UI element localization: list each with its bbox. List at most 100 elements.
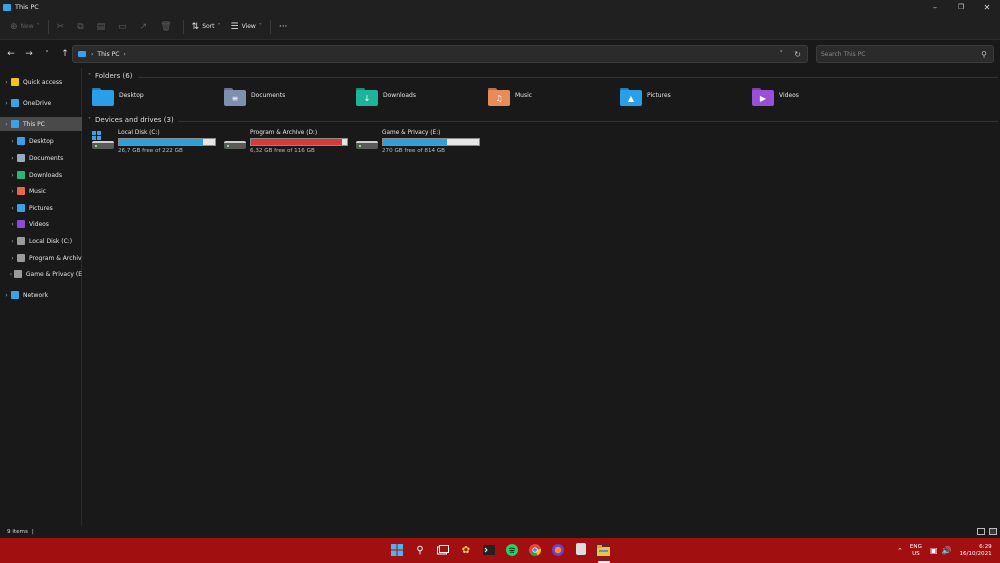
sidebar-item[interactable]: › Local Disk (C:) — [0, 234, 82, 248]
sidebar-item[interactable]: › Downloads — [0, 168, 82, 182]
address-bar[interactable]: › This PC › ˅ ↻ — [72, 45, 808, 63]
folder-item[interactable]: ♫ Music — [488, 88, 612, 112]
view-button[interactable]: ☰ View ˅ — [226, 17, 267, 37]
expand-chevron-icon[interactable]: › — [8, 255, 17, 262]
expand-chevron-icon[interactable]: › — [2, 100, 11, 107]
folder-label: Desktop — [119, 92, 144, 99]
chevron-down-icon: ˅ — [88, 72, 91, 80]
drive-icon — [13, 270, 22, 278]
view-icon: ☰ — [230, 21, 239, 32]
drive-item[interactable]: Game & Privacy (E:) 270 GB free of 814 GB — [356, 130, 482, 158]
drive-item[interactable]: Program & Archive (D:) 6,32 GB free of 11… — [224, 130, 350, 158]
chevron-right-icon[interactable]: › — [123, 51, 125, 58]
folder-item[interactable]: ▶ Videos — [752, 88, 876, 112]
sidebar-item[interactable]: › OneDrive — [0, 96, 82, 110]
details-view-icon[interactable] — [977, 528, 985, 535]
file-explorer-icon[interactable] — [596, 543, 610, 557]
drive-usage-bar — [382, 138, 480, 146]
expand-chevron-icon[interactable]: › — [8, 172, 17, 179]
sidebar-item[interactable]: › Game & Privacy (E — [0, 267, 82, 281]
task-view-icon[interactable] — [436, 543, 450, 557]
sidebar-item-label: This PC — [23, 120, 45, 128]
folders-section-header[interactable]: ˅ Folders (6) — [88, 72, 998, 80]
volume-icon[interactable]: 🔊 — [942, 546, 952, 555]
expand-chevron-icon[interactable]: › — [2, 121, 11, 128]
folder-item[interactable]: ≡ Documents — [224, 88, 348, 112]
expand-chevron-icon[interactable]: › — [8, 271, 14, 278]
new-button[interactable]: ⊕ New ˅ — [5, 17, 45, 37]
sidebar-item[interactable]: › Quick access — [0, 75, 82, 89]
folder-item[interactable]: ▲ Pictures — [620, 88, 744, 112]
address-dropdown-icon[interactable]: ˅ — [780, 50, 784, 58]
sidebar-item[interactable]: › Videos — [0, 217, 82, 231]
refresh-icon[interactable]: ↻ — [794, 50, 801, 59]
network-icon[interactable]: ▣ — [930, 546, 938, 555]
sidebar-item[interactable]: › Desktop — [0, 134, 82, 148]
folder-item[interactable]: Desktop — [92, 88, 216, 112]
expand-chevron-icon[interactable]: › — [8, 205, 17, 212]
system-tray: ⌃ ENG US ▣ 🔊 6:29 16/10/2021 — [897, 538, 992, 563]
minimize-icon[interactable]: – — [922, 0, 948, 14]
navigation-bar: ← → ˅ ↑ › This PC › ˅ ↻ Search This PC ⚲ — [0, 42, 1000, 66]
photo-icon[interactable] — [576, 543, 586, 555]
expand-chevron-icon[interactable]: › — [2, 292, 11, 299]
more-options-button[interactable]: ··· — [274, 17, 293, 37]
language-indicator[interactable]: ENG US — [910, 544, 922, 558]
forward-arrow-icon[interactable]: → — [20, 45, 38, 63]
drive-usage-bar — [250, 138, 348, 146]
videos-icon — [17, 220, 25, 228]
divider — [182, 19, 184, 34]
drive-item[interactable]: Local Disk (C:) 26,7 GB free of 222 GB — [92, 130, 218, 158]
start-icon[interactable] — [390, 543, 404, 557]
sidebar-item[interactable]: › Documents — [0, 151, 82, 165]
expand-chevron-icon[interactable]: › — [2, 79, 11, 86]
large-icons-view-icon[interactable] — [989, 528, 997, 535]
expand-chevron-icon[interactable]: › — [8, 221, 17, 228]
chrome-icon[interactable] — [528, 543, 542, 557]
drives-section-header[interactable]: ˅ Devices and drives (3) — [88, 116, 998, 124]
folder-item[interactable]: ↓ Downloads — [356, 88, 480, 112]
copy-button[interactable]: ⧉ — [72, 17, 91, 37]
breadcrumb[interactable]: This PC — [97, 51, 119, 58]
this-pc-icon — [78, 51, 86, 57]
expand-chevron-icon[interactable]: › — [8, 155, 17, 162]
back-arrow-icon[interactable]: ← — [2, 45, 20, 63]
expand-chevron-icon[interactable]: › — [8, 238, 17, 245]
sidebar-item[interactable]: › Pictures — [0, 201, 82, 215]
taskbar: ⚲ ✿ ⌃ ENG US ▣ 🔊 6:29 16/10/2021 — [0, 538, 1000, 563]
sidebar-item[interactable]: › This PC — [0, 117, 82, 131]
search-icon[interactable]: ⚲ — [413, 543, 427, 557]
sidebar-item[interactable]: › Music — [0, 184, 82, 198]
expand-chevron-icon[interactable]: › — [8, 188, 17, 195]
this-pc-icon — [3, 3, 11, 11]
hidden-icons-chevron-icon[interactable]: ⌃ — [897, 547, 903, 555]
hard-drive-icon — [224, 134, 246, 154]
close-icon[interactable]: ✕ — [974, 0, 1000, 14]
drives-header-label: Devices and drives (3) — [95, 116, 174, 124]
recent-locations-icon[interactable]: ˅ — [38, 45, 56, 63]
cut-button[interactable]: ✂ — [52, 17, 73, 37]
search-input[interactable]: Search This PC ⚲ — [816, 45, 994, 63]
sidebar-item[interactable]: › Network — [0, 288, 82, 302]
paste-button[interactable]: ▤ — [92, 17, 114, 37]
drive-free-space: 270 GB free of 814 GB — [382, 148, 446, 154]
hard-drive-icon — [356, 134, 378, 154]
sidebar-item-label: Downloads — [29, 171, 62, 179]
share-button[interactable]: ↗ — [135, 17, 156, 37]
delete-button[interactable]: 🗑 — [155, 17, 179, 37]
sort-button[interactable]: ⇅ Sort ˅ — [187, 17, 226, 37]
terminal-icon[interactable] — [482, 543, 496, 557]
rename-button[interactable]: ▭ — [113, 17, 135, 37]
clock[interactable]: 6:29 16/10/2021 — [959, 544, 991, 558]
chevron-down-icon: ˅ — [88, 116, 91, 124]
sort-label: Sort — [202, 23, 215, 30]
music-folder-icon: ♫ — [488, 88, 510, 106]
chevron-down-icon: ˅ — [217, 23, 221, 30]
sidebar-item-label: Pictures — [29, 204, 53, 212]
sidebar-item[interactable]: › Program & Archiv — [0, 251, 82, 265]
spotify-icon[interactable] — [505, 543, 519, 557]
expand-chevron-icon[interactable]: › — [8, 138, 17, 145]
restore-icon[interactable]: ❐ — [948, 0, 974, 14]
paint-icon[interactable]: ✿ — [459, 543, 473, 557]
firefox-icon[interactable] — [551, 543, 565, 557]
